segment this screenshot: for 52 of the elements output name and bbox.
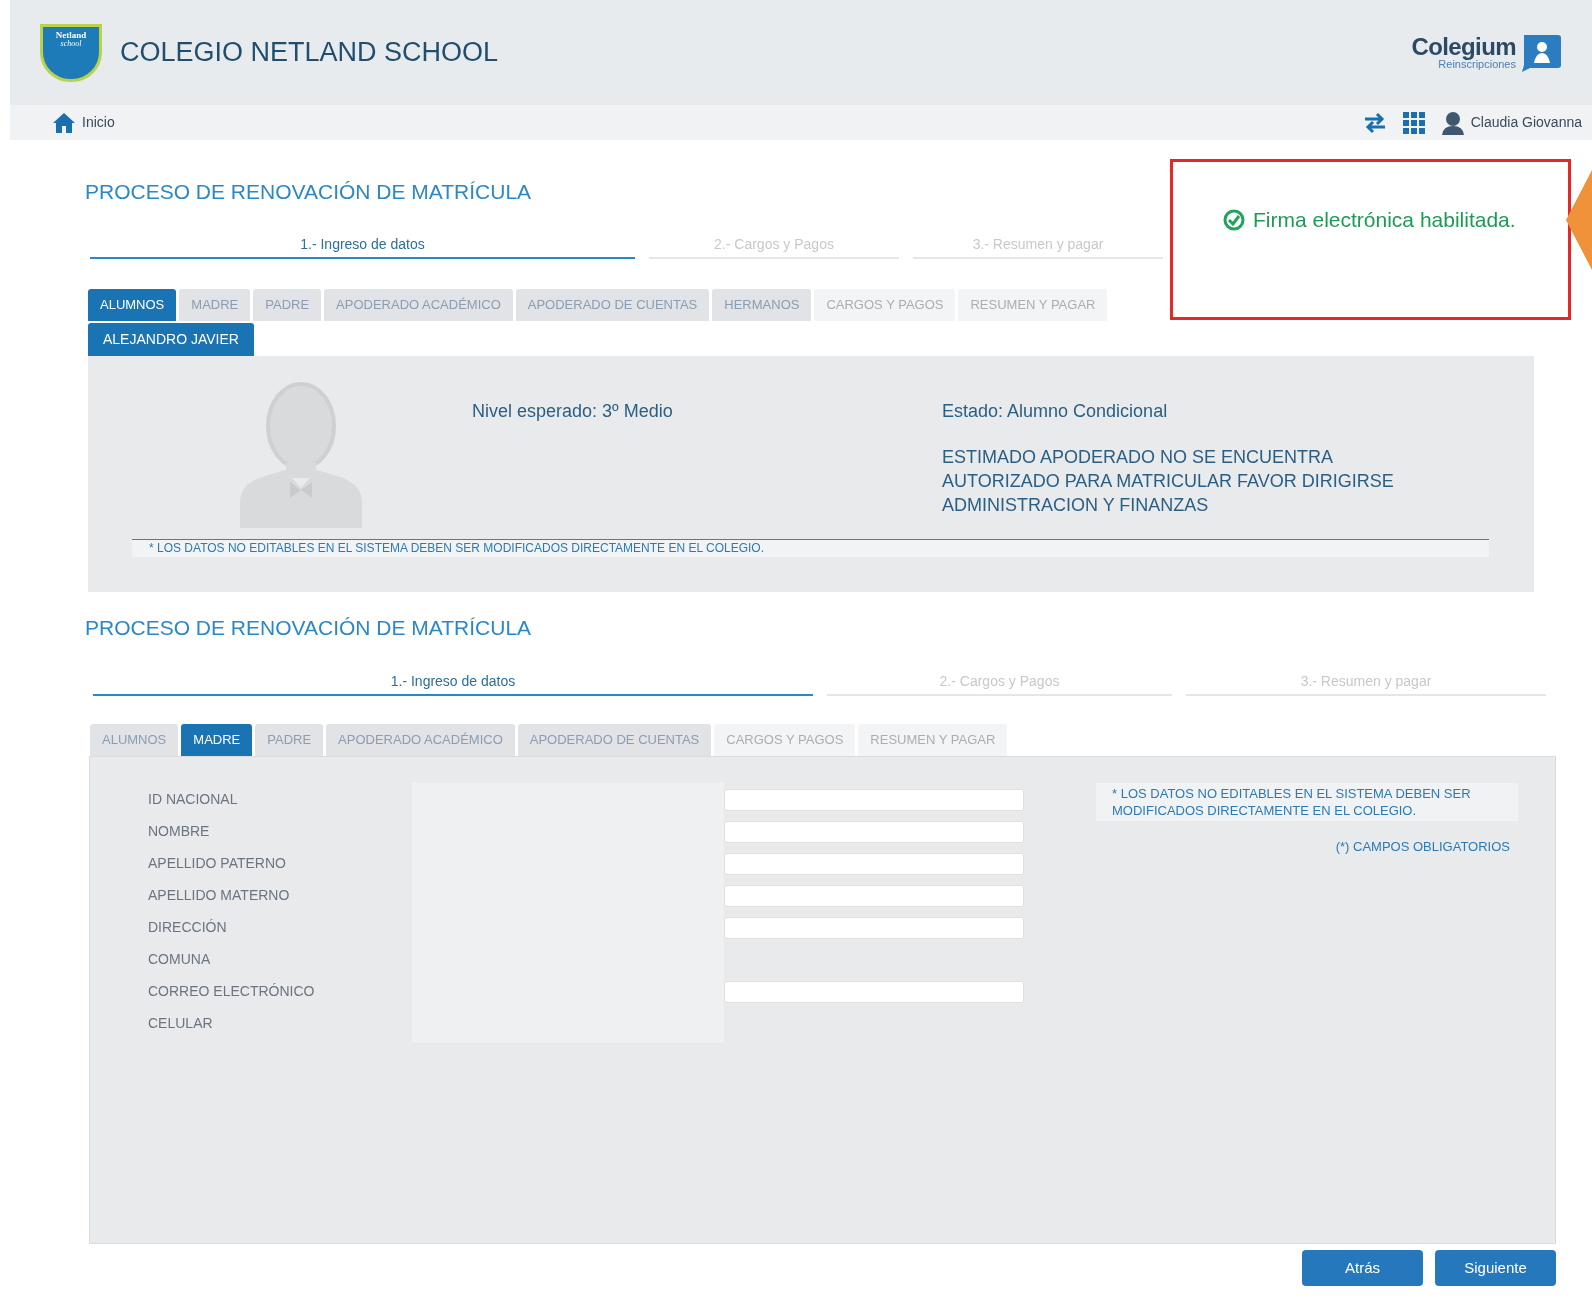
tab[interactable]: ALUMNOS xyxy=(88,288,177,321)
nav-button[interactable]: Atrás xyxy=(1302,1250,1423,1286)
tab[interactable]: PADRE xyxy=(255,724,324,756)
step-tab[interactable]: 1.- Ingreso de datos xyxy=(93,671,813,696)
note-bar: * LOS DATOS NO EDITABLES EN EL SISTEMA DEBEN SER MODIFICADOS DIRECTAMENTE EN EL COLEGIO. xyxy=(132,538,1489,557)
logo-text: Netland xyxy=(55,30,87,40)
field-label: COMUNA xyxy=(148,950,212,969)
student-status: Estado: Alumno Condicional xyxy=(942,399,1169,423)
nav-button[interactable]: Siguiente xyxy=(1435,1250,1556,1286)
brand-subtitle: Reinscripciones xyxy=(1438,59,1516,70)
field-label: DIRECCIÓN xyxy=(148,918,228,937)
text-input[interactable] xyxy=(724,885,1024,907)
tab[interactable]: MADRE xyxy=(179,288,251,321)
logo-subtext: school xyxy=(60,39,82,48)
swap-icon[interactable] xyxy=(1362,111,1387,134)
required-note: (*) CAMPOS OBLIGATORIOS xyxy=(1335,838,1510,856)
field-label: CORREO ELECTRÓNICO xyxy=(148,982,316,1001)
tab[interactable]: HERMANOS xyxy=(712,288,812,321)
user-icon xyxy=(1440,110,1465,135)
home-link[interactable]: Inicio xyxy=(52,111,115,134)
field-label: APELLIDO PATERNO xyxy=(148,854,287,873)
expected-level: Nivel esperado: 3º Medio xyxy=(472,399,674,423)
page-title: PROCESO DE RENOVACIÓN DE MATRÍCULA xyxy=(85,614,533,641)
brand-icon xyxy=(1520,32,1562,73)
text-input[interactable] xyxy=(724,981,1024,1003)
brand-name: Colegium xyxy=(1411,35,1516,59)
field-label: APELLIDO MATERNO xyxy=(148,886,291,905)
apps-grid-icon[interactable] xyxy=(1402,111,1425,134)
tab[interactable]: APODERADO DE CUENTAS xyxy=(517,724,712,756)
tab[interactable]: APODERADO ACADÉMICO xyxy=(324,288,513,321)
text-input[interactable] xyxy=(724,917,1024,939)
text-input[interactable] xyxy=(724,821,1024,843)
tab[interactable]: MADRE xyxy=(181,724,253,756)
text-input[interactable] xyxy=(724,789,1024,811)
step-tab[interactable]: 1.- Ingreso de datos xyxy=(90,233,635,259)
info-note: * LOS DATOS NO EDITABLES EN EL SISTEMA DEBEN SER MODIFICADOS DIRECTAMENTE EN EL COLEGIO. xyxy=(1096,783,1518,821)
tab[interactable]: ALUMNOS xyxy=(90,724,179,756)
signature-notice: Firma electrónica habilitada. xyxy=(1253,206,1516,233)
text-input[interactable] xyxy=(724,853,1024,875)
warning-message: ESTIMADO APODERADO NO SE ENCUENTRA AUTORIZADO PARA MATRICULAR FAVOR DIRIGIRSE ADMINISTRACION Y FINANZAS xyxy=(942,445,1395,517)
check-circle-icon xyxy=(1223,208,1245,231)
student-tab[interactable]: ALEJANDRO JAVIER xyxy=(88,322,254,356)
home-icon xyxy=(52,111,76,134)
field-label: ID NACIONAL xyxy=(148,790,239,809)
tab[interactable]: PADRE xyxy=(253,288,322,321)
field-label: CELULAR xyxy=(148,1014,214,1033)
user-menu[interactable]: Claudia Giovanna xyxy=(1440,110,1582,135)
tab[interactable]: APODERADO DE CUENTAS xyxy=(515,288,710,321)
tab[interactable]: APODERADO ACADÉMICO xyxy=(326,724,515,756)
field-label: NOMBRE xyxy=(148,822,211,841)
school-name: COLEGIO NETLAND SCHOOL xyxy=(120,36,499,70)
page-title: PROCESO DE RENOVACIÓN DE MATRÍCULA xyxy=(85,179,533,205)
